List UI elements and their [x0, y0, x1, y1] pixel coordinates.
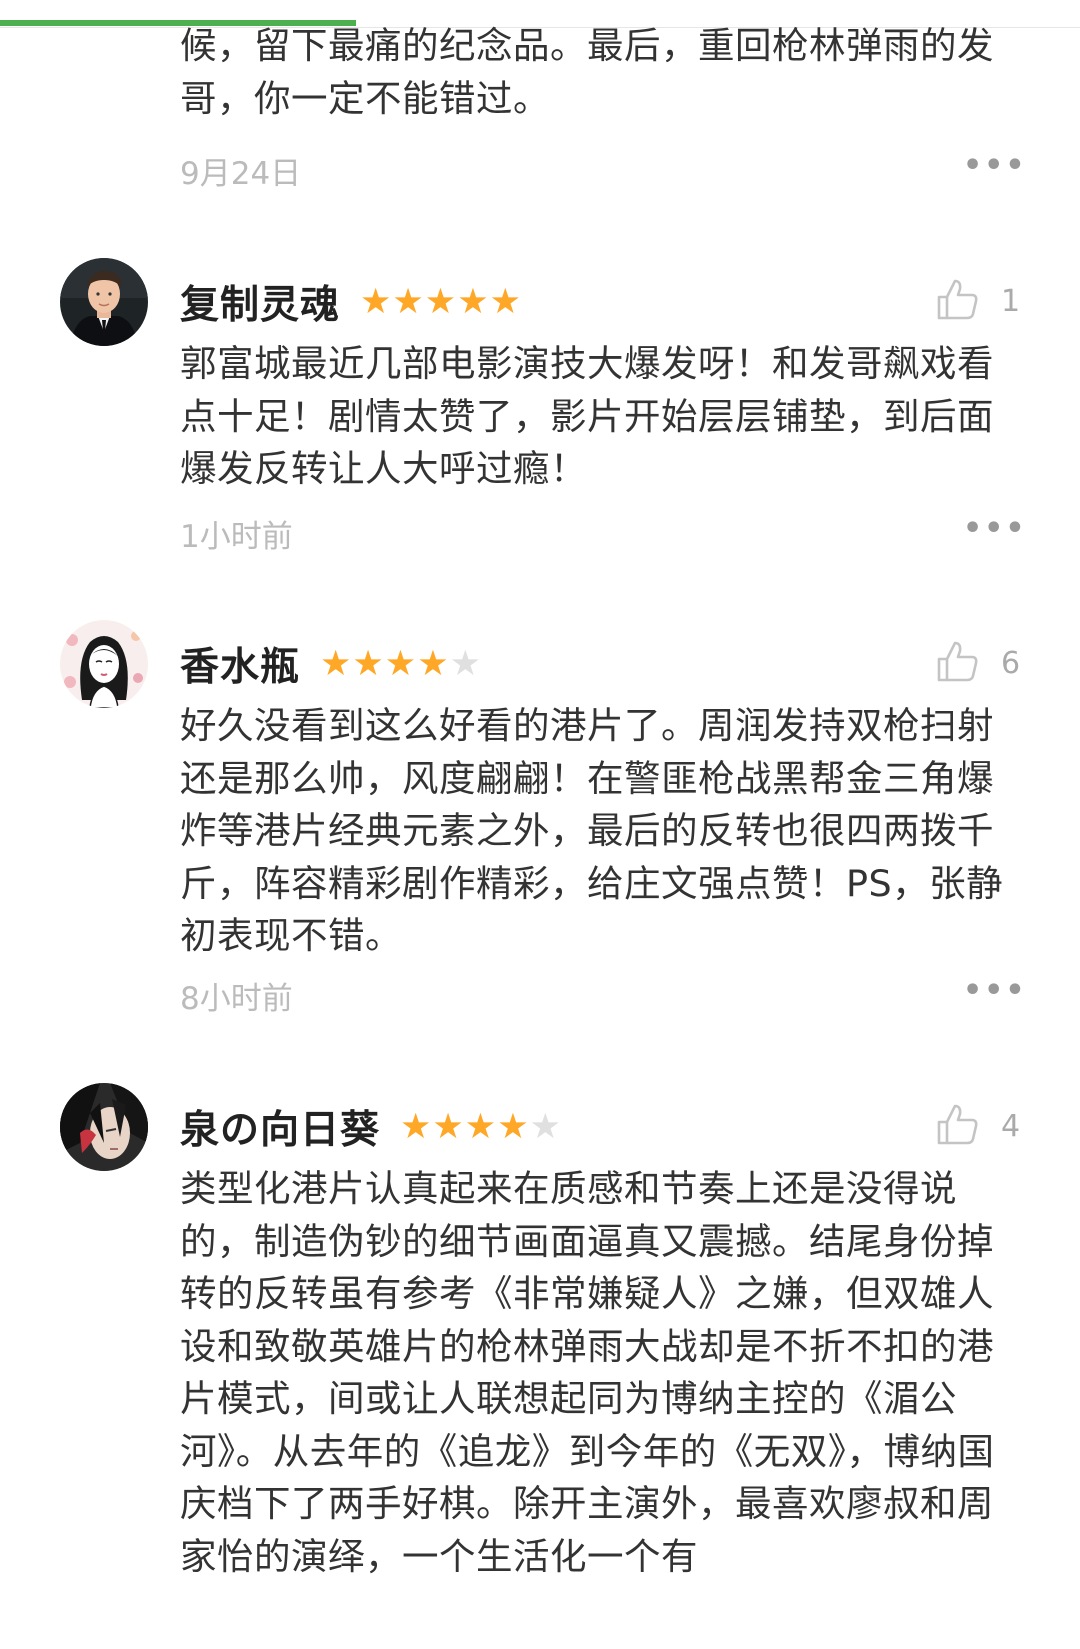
star-icon: ★: [457, 281, 490, 322]
like-button[interactable]: 1: [935, 268, 1050, 334]
star-icon: ★: [497, 1106, 530, 1147]
username[interactable]: 复制灵魂: [180, 274, 340, 330]
like-count: 6: [1001, 645, 1021, 681]
anime-character-avatar: [60, 1083, 148, 1171]
review-text: 郭富城最近几部电影演技大爆发呀！和发哥飙戏看点十足！剧情太赞了，影片开始层层铺垫…: [180, 342, 994, 490]
star-icon: ★: [417, 643, 450, 684]
star-icon: ★: [449, 643, 482, 684]
star-icon: ★: [400, 1106, 433, 1147]
star-icon: ★: [352, 643, 385, 684]
review-header: 复制灵魂 ★★★★★: [180, 258, 522, 346]
star-icon: ★: [320, 643, 353, 684]
star-icon: ★: [384, 643, 418, 684]
review-text: 候，留下最痛的纪念品。最后，重回枪林弹雨的发哥，你一定不能错过。: [180, 24, 994, 120]
star-icon: ★: [464, 1106, 498, 1147]
review-header: 泉の向日葵 ★★★★★: [180, 1083, 562, 1171]
illustrated-girl-avatar: [60, 620, 148, 708]
user-avatar[interactable]: [60, 258, 148, 346]
user-avatar[interactable]: [60, 620, 148, 708]
review-text: 好久没看到这么好看的港片了。周润发持双枪扫射还是那么帅，风度翩翩！在警匪枪战黑帮…: [180, 704, 1004, 957]
more-options-icon[interactable]: •••: [963, 148, 1027, 183]
male-portrait-avatar: [60, 258, 148, 346]
thumbs-up-icon[interactable]: [935, 1102, 979, 1150]
like-count: 4: [1001, 1108, 1021, 1144]
like-count: 1: [1001, 283, 1021, 319]
more-options-icon[interactable]: •••: [963, 973, 1027, 1008]
star-rating: ★★★★★: [360, 281, 522, 322]
user-avatar[interactable]: [60, 1083, 148, 1171]
review-text: 类型化港片认真起来在质感和节奏上还是没得说的，制造伪钞的细节画面逼真又震撼。结尾…: [180, 1167, 995, 1578]
star-rating: ★★★★★: [400, 1106, 562, 1147]
username[interactable]: 香水瓶: [180, 636, 300, 692]
like-button[interactable]: 6: [935, 630, 1050, 696]
review-header: 香水瓶 ★★★★★: [180, 620, 482, 708]
thumbs-up-icon[interactable]: [935, 639, 979, 687]
star-rating: ★★★★★: [320, 643, 482, 684]
review-time: 8小时前: [180, 981, 293, 1017]
username[interactable]: 泉の向日葵: [180, 1099, 380, 1155]
more-options-icon[interactable]: •••: [963, 511, 1027, 546]
star-icon: ★: [529, 1106, 562, 1147]
star-icon: ★: [360, 281, 393, 322]
review-time: 1小时前: [180, 519, 293, 555]
star-icon: ★: [392, 281, 425, 322]
star-icon: ★: [489, 281, 522, 322]
review-time: 9月24日: [180, 156, 302, 192]
star-icon: ★: [432, 1106, 465, 1147]
like-button[interactable]: 4: [935, 1093, 1050, 1159]
thumbs-up-icon[interactable]: [935, 277, 979, 325]
star-icon: ★: [424, 281, 458, 322]
